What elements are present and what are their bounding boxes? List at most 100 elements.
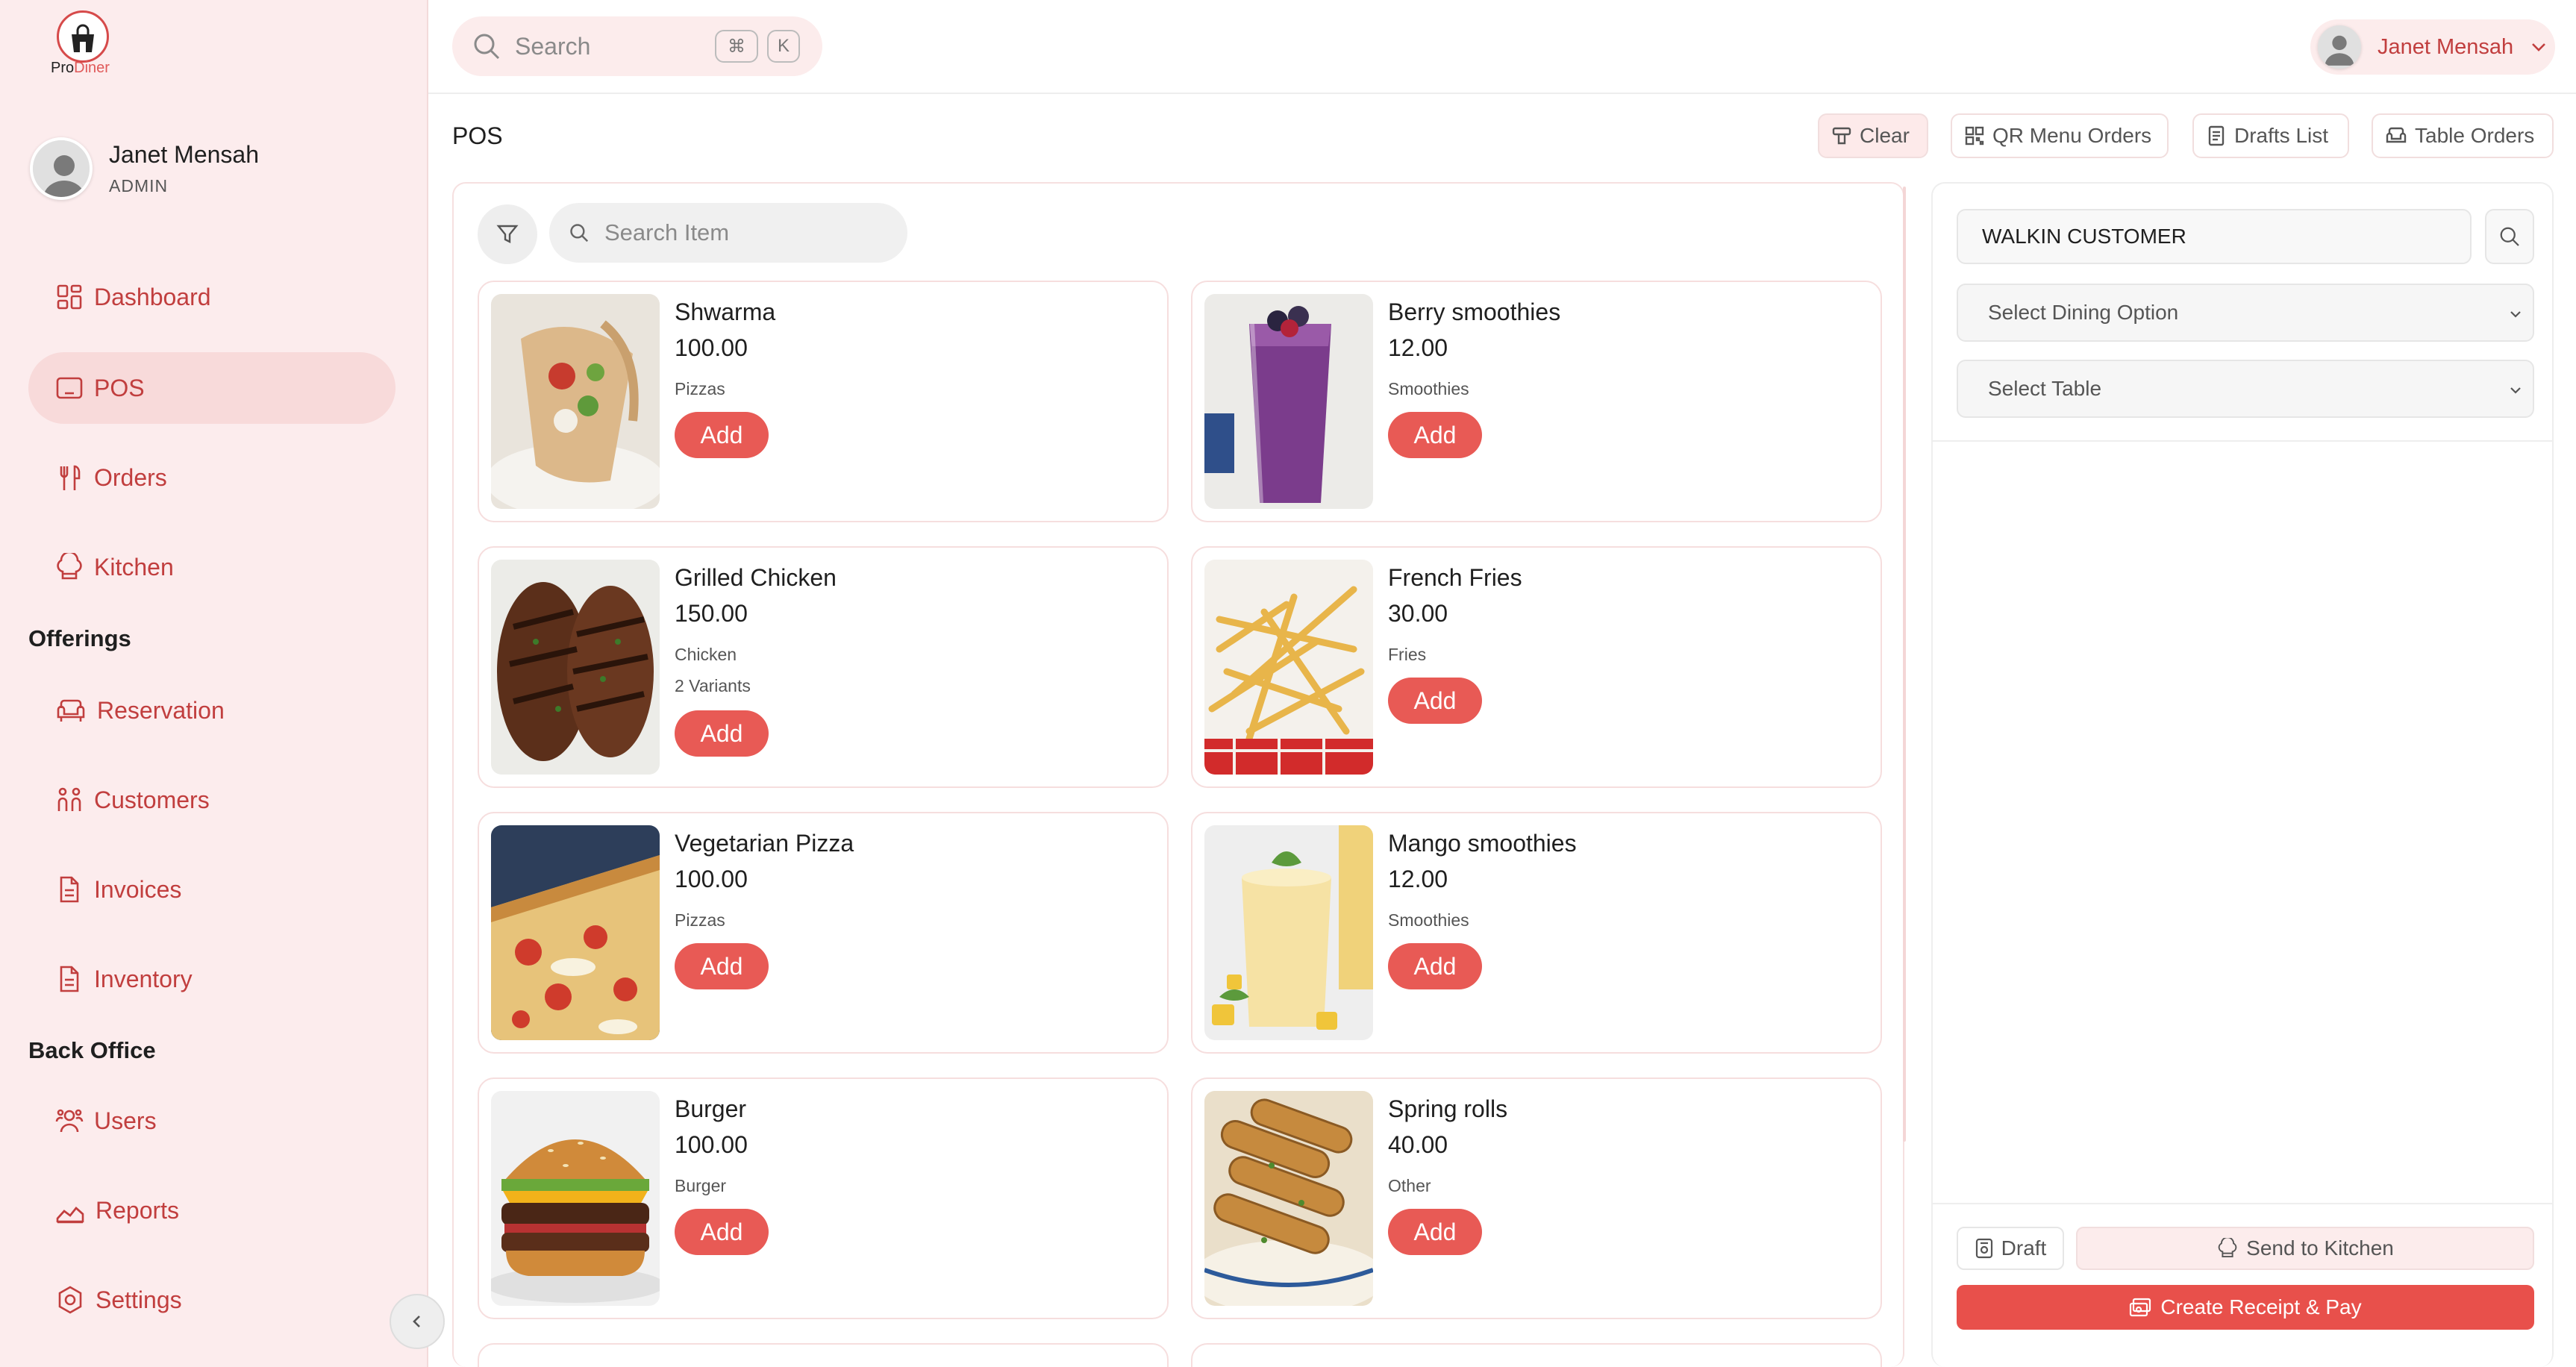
user-menu-button[interactable]: Janet Mensah bbox=[2310, 19, 2555, 75]
shop-bag-icon bbox=[72, 24, 94, 52]
sidebar-item-label: Users bbox=[94, 1107, 157, 1134]
search-icon bbox=[570, 224, 589, 243]
global-search-input[interactable]: Search ⌘ K bbox=[452, 16, 822, 76]
item-image-shwarma bbox=[491, 294, 660, 509]
menu-item-card[interactable]: Shwarma 100.00 Pizzas Add bbox=[478, 281, 1169, 522]
sidebar-item-dashboard[interactable]: Dashboard bbox=[28, 261, 396, 333]
clear-button[interactable]: Clear bbox=[1818, 113, 1928, 158]
sofa-icon bbox=[2386, 127, 2407, 143]
sidebar-item-label: Customers bbox=[94, 786, 210, 813]
collapse-sidebar-button[interactable] bbox=[390, 1294, 445, 1349]
sidebar-item-label: Settings bbox=[96, 1286, 182, 1313]
qr-menu-orders-button[interactable]: QR Menu Orders bbox=[1951, 113, 2169, 158]
sidebar-item-invoices[interactable]: Invoices bbox=[28, 854, 396, 925]
menu-item-card[interactable]: French Fries 30.00 Fries Add bbox=[1191, 546, 1882, 788]
table-select-placeholder: Select Table bbox=[1988, 377, 2102, 400]
add-button[interactable]: Add bbox=[675, 412, 769, 458]
sidebar-item-label: Dashboard bbox=[94, 283, 211, 310]
item-category: Burger bbox=[675, 1176, 727, 1195]
user-menu-name: Janet Mensah bbox=[2378, 34, 2514, 59]
menu-item-card[interactable] bbox=[478, 1343, 1169, 1367]
sidebar-item-pos[interactable]: POS bbox=[28, 352, 396, 424]
add-button[interactable]: Add bbox=[675, 943, 769, 989]
add-button[interactable]: Add bbox=[1388, 943, 1482, 989]
customer-search-button[interactable] bbox=[2485, 209, 2534, 264]
item-category: Pizzas bbox=[675, 910, 725, 930]
item-image-french-fries bbox=[1204, 560, 1373, 775]
item-category: Chicken bbox=[675, 645, 737, 664]
menu-item-card[interactable]: Grilled Chicken 150.00 Chicken 2 Variant… bbox=[478, 546, 1169, 788]
menu-item-card[interactable]: Vegetarian Pizza 100.00 Pizzas Add bbox=[478, 812, 1169, 1054]
item-category: Pizzas bbox=[675, 379, 725, 398]
chevron-down-icon bbox=[2510, 311, 2521, 318]
items-panel: Search Item Shwarma 100.00 Pizzas Add Be… bbox=[452, 182, 1904, 1367]
users-icon bbox=[55, 1109, 84, 1133]
kbd-command-key: ⌘ bbox=[715, 30, 758, 63]
divider bbox=[1933, 1203, 2552, 1204]
draft-button[interactable]: Draft bbox=[1957, 1227, 2064, 1270]
item-image-mango-smoothies bbox=[1204, 825, 1373, 1040]
item-image-burger bbox=[491, 1091, 660, 1306]
order-panel: WALKIN CUSTOMER Select Dining Option Sel… bbox=[1931, 182, 2554, 1367]
menu-item-card[interactable]: Mango smoothies 12.00 Smoothies Add bbox=[1191, 812, 1882, 1054]
chart-icon bbox=[56, 1207, 84, 1224]
tablet-icon bbox=[56, 377, 83, 399]
send-to-kitchen-button[interactable]: Send to Kitchen bbox=[2076, 1227, 2534, 1270]
sidebar-item-inventory[interactable]: Inventory bbox=[28, 943, 396, 1015]
people-icon bbox=[57, 787, 81, 811]
item-price: 100.00 bbox=[675, 1131, 748, 1158]
menu-item-card[interactable]: Spring rolls 40.00 Other Add bbox=[1191, 1077, 1882, 1319]
item-price: 150.00 bbox=[675, 600, 748, 627]
drafts-list-button[interactable]: Drafts List bbox=[2192, 113, 2349, 158]
add-button[interactable]: Add bbox=[1388, 1209, 1482, 1255]
sidebar: ProDiner Janet Mensah ADMIN Dashboard PO… bbox=[0, 0, 428, 1367]
filter-button[interactable] bbox=[478, 204, 537, 264]
table-orders-button[interactable]: Table Orders bbox=[2372, 113, 2554, 158]
add-button[interactable]: Add bbox=[1388, 412, 1482, 458]
sidebar-item-orders[interactable]: Orders bbox=[28, 442, 396, 513]
items-scrollbar[interactable] bbox=[1903, 187, 1906, 1142]
user-profile[interactable]: Janet Mensah ADMIN bbox=[30, 137, 259, 200]
section-title-offerings: Offerings bbox=[28, 625, 131, 651]
item-category: Smoothies bbox=[1388, 379, 1469, 398]
add-button[interactable]: Add bbox=[675, 1209, 769, 1255]
sidebar-item-settings[interactable]: Settings bbox=[28, 1264, 396, 1336]
chevron-left-icon bbox=[413, 1316, 420, 1327]
section-title-back-office: Back Office bbox=[28, 1037, 156, 1063]
item-price: 100.00 bbox=[675, 334, 748, 361]
item-image-vegetarian-pizza bbox=[491, 825, 660, 1040]
create-receipt-pay-button[interactable]: Create Receipt & Pay bbox=[1957, 1285, 2534, 1330]
table-select[interactable]: Select Table bbox=[1957, 360, 2534, 418]
create-receipt-pay-label: Create Receipt & Pay bbox=[2160, 1295, 2362, 1318]
item-search-input[interactable]: Search Item bbox=[549, 203, 907, 263]
filter-icon bbox=[496, 225, 519, 243]
sidebar-item-users[interactable]: Users bbox=[28, 1085, 396, 1157]
menu-item-card[interactable]: Berry smoothies 12.00 Smoothies Add bbox=[1191, 281, 1882, 522]
sidebar-item-customers[interactable]: Customers bbox=[28, 764, 396, 836]
item-variants: 2 Variants bbox=[675, 676, 751, 695]
app-logo[interactable]: ProDiner bbox=[51, 10, 121, 76]
divider bbox=[1933, 440, 2552, 442]
sidebar-item-reservation[interactable]: Reservation bbox=[28, 675, 396, 746]
sidebar-item-label: Reports bbox=[96, 1196, 180, 1224]
cash-icon bbox=[2130, 1298, 2151, 1317]
customer-field[interactable]: WALKIN CUSTOMER bbox=[1957, 209, 2472, 264]
sidebar-item-reports[interactable]: Reports bbox=[28, 1174, 396, 1246]
item-name: Vegetarian Pizza bbox=[675, 830, 854, 857]
clear-button-label: Clear bbox=[1860, 124, 1910, 147]
dining-option-select[interactable]: Select Dining Option bbox=[1957, 284, 2534, 342]
add-button[interactable]: Add bbox=[1388, 678, 1482, 724]
item-name: Spring rolls bbox=[1388, 1095, 1508, 1122]
item-price: 100.00 bbox=[675, 866, 748, 892]
item-search-placeholder: Search Item bbox=[604, 219, 730, 245]
item-name: Burger bbox=[675, 1095, 747, 1122]
menu-item-card[interactable]: Burger 100.00 Burger Add bbox=[478, 1077, 1169, 1319]
item-name: French Fries bbox=[1388, 564, 1522, 591]
menu-item-card[interactable] bbox=[1191, 1343, 1882, 1367]
draft-label: Draft bbox=[2001, 1236, 2047, 1260]
profile-name: Janet Mensah bbox=[109, 141, 260, 168]
item-name: Berry smoothies bbox=[1388, 298, 1561, 325]
add-button[interactable]: Add bbox=[675, 710, 769, 757]
dining-option-placeholder: Select Dining Option bbox=[1988, 301, 2179, 324]
sidebar-item-kitchen[interactable]: Kitchen bbox=[28, 531, 396, 603]
